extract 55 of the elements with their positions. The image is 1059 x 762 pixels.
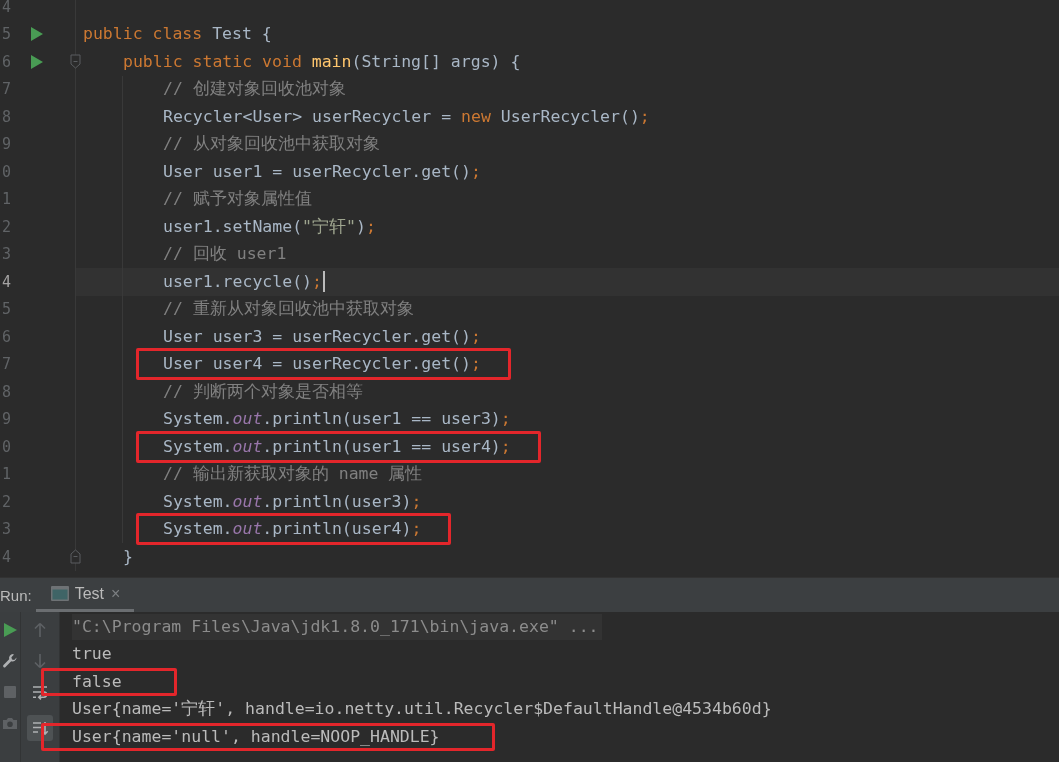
code-line: User user1 = userRecycler.get(); — [163, 161, 481, 182]
code-line: // 从对象回收池中获取对象 — [163, 134, 380, 155]
line-number: 1 — [1, 190, 13, 209]
code-line: User user3 = userRecycler.get(); — [163, 326, 481, 347]
line-number: 6 — [1, 52, 13, 71]
line-number: 4 — [1, 272, 13, 291]
code-line: // 判断两个对象是否相等 — [163, 381, 363, 402]
line-number: 9 — [1, 135, 13, 154]
play-icon[interactable] — [31, 54, 43, 69]
code-line: User user4 = userRecycler.get(); — [163, 354, 481, 375]
line-number: 4 — [1, 547, 13, 566]
code-line: // 回收 user1 — [163, 244, 287, 265]
line-number: 0 — [1, 437, 13, 456]
line-number: 5 — [1, 300, 13, 319]
play-icon[interactable] — [31, 27, 43, 42]
line-number: 2 — [1, 492, 13, 511]
code-line: } — [123, 546, 133, 567]
line-number: 3 — [1, 520, 13, 539]
panel-label: Run: — [0, 586, 32, 604]
line-number: 6 — [1, 327, 13, 346]
code-line: // 赋予对象属性值 — [163, 189, 312, 210]
code-line: System.out.println(user1 == user4); — [163, 436, 511, 457]
code-line: public static void main(String[] args) { — [123, 51, 521, 72]
code-line: System.out.println(user3); — [163, 491, 422, 512]
line-number: 8 — [1, 382, 13, 401]
line-number: 2 — [1, 217, 13, 236]
fold-marker-icon[interactable] — [70, 54, 81, 70]
line-number: 7 — [1, 80, 13, 99]
wrap-icon[interactable] — [32, 684, 48, 700]
code-line: Recycler<User> userRecycler = new UserRecycler(); — [163, 106, 650, 127]
line-number: 1 — [1, 465, 13, 484]
code-line: System.out.println(user1 == user3); — [163, 409, 511, 430]
code-line: user1.setName("宁轩"); — [163, 216, 376, 237]
text-cursor — [322, 271, 325, 293]
line-number: 8 — [1, 107, 13, 126]
line-number: 4 — [1, 0, 13, 16]
line-number: 9 — [1, 410, 13, 429]
console-line: User{name='null', handle=NOOP_HANDLE} — [72, 725, 440, 748]
code-line: // 输出新获取对象的 name 属性 — [163, 464, 423, 485]
code-line: user1.recycle(); — [163, 271, 322, 292]
wrench-icon[interactable] — [2, 653, 18, 669]
window-icon — [50, 586, 69, 601]
line-number: 3 — [1, 245, 13, 264]
code-line: // 创建对象回收池对象 — [163, 79, 346, 100]
line-number: 7 — [1, 355, 13, 374]
code-line: public class Test { — [83, 24, 272, 45]
console-line: true — [72, 643, 112, 666]
line-number: 0 — [1, 162, 13, 181]
fold-marker-icon[interactable] — [70, 549, 81, 565]
code-line: System.out.println(user4); — [163, 519, 422, 540]
line-number: 5 — [1, 25, 13, 44]
console-line: false — [72, 670, 122, 693]
play-icon[interactable] — [2, 622, 18, 638]
code-line: // 重新从对象回收池中获取对象 — [163, 299, 414, 320]
console-line: User{name='宁轩', handle=io.netty.util.Recycler$DefaultHandle@4534b60d} — [72, 698, 772, 721]
